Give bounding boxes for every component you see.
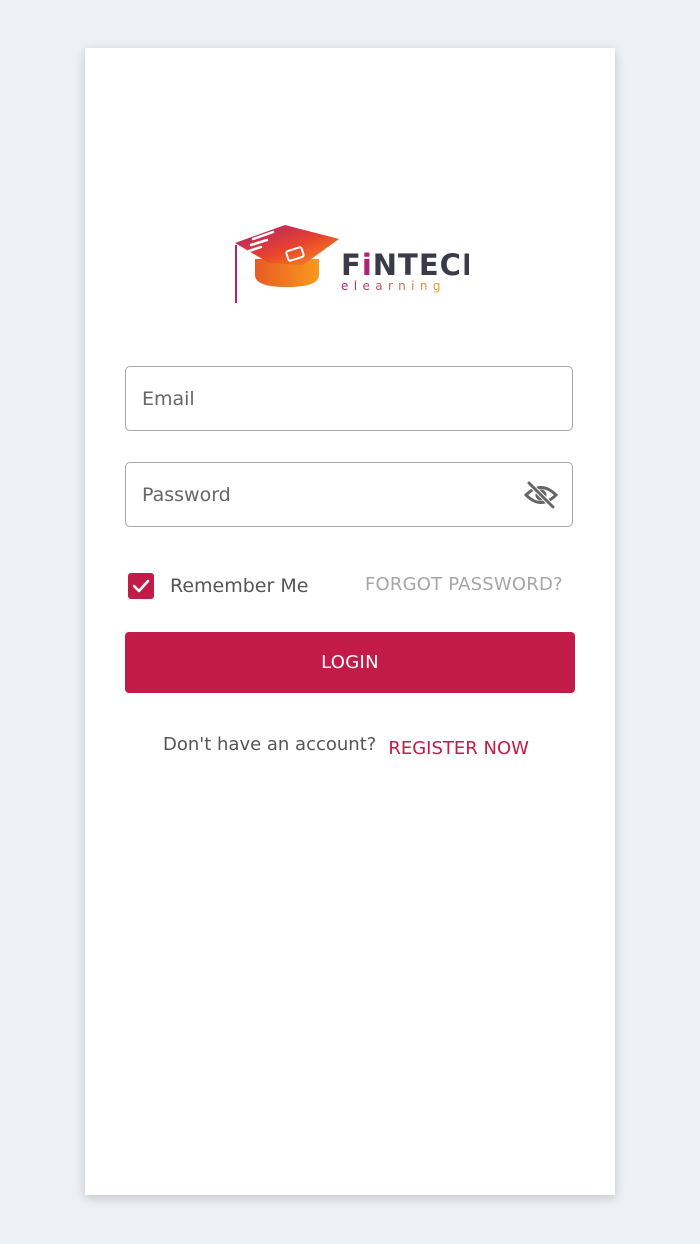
email-field-container (125, 366, 573, 431)
fintech-logo: FiNTECH elearning (233, 223, 469, 307)
email-field[interactable] (126, 367, 572, 430)
password-field-container (125, 462, 573, 527)
svg-text:elearning: elearning (341, 279, 446, 293)
remember-me-label: Remember Me (170, 575, 309, 597)
login-card: FiNTECH elearning Remember Me FORGOT PAS… (85, 48, 615, 1195)
remember-me-checkbox[interactable] (128, 573, 154, 599)
register-prompt: Don't have an account? REGISTER NOW (163, 734, 529, 759)
login-button[interactable]: LOGIN (125, 632, 575, 693)
checkmark-icon (132, 579, 150, 593)
svg-text:FiNTECH: FiNTECH (341, 248, 469, 282)
no-account-text: Don't have an account? (163, 734, 377, 755)
eye-off-icon[interactable] (523, 480, 559, 510)
forgot-password-link[interactable]: FORGOT PASSWORD? (365, 574, 563, 595)
graduation-cap-logo-icon: FiNTECH elearning (235, 225, 469, 303)
register-now-link[interactable]: REGISTER NOW (388, 738, 529, 759)
remember-me-toggle[interactable]: Remember Me (128, 573, 308, 599)
password-field[interactable] (126, 463, 572, 526)
